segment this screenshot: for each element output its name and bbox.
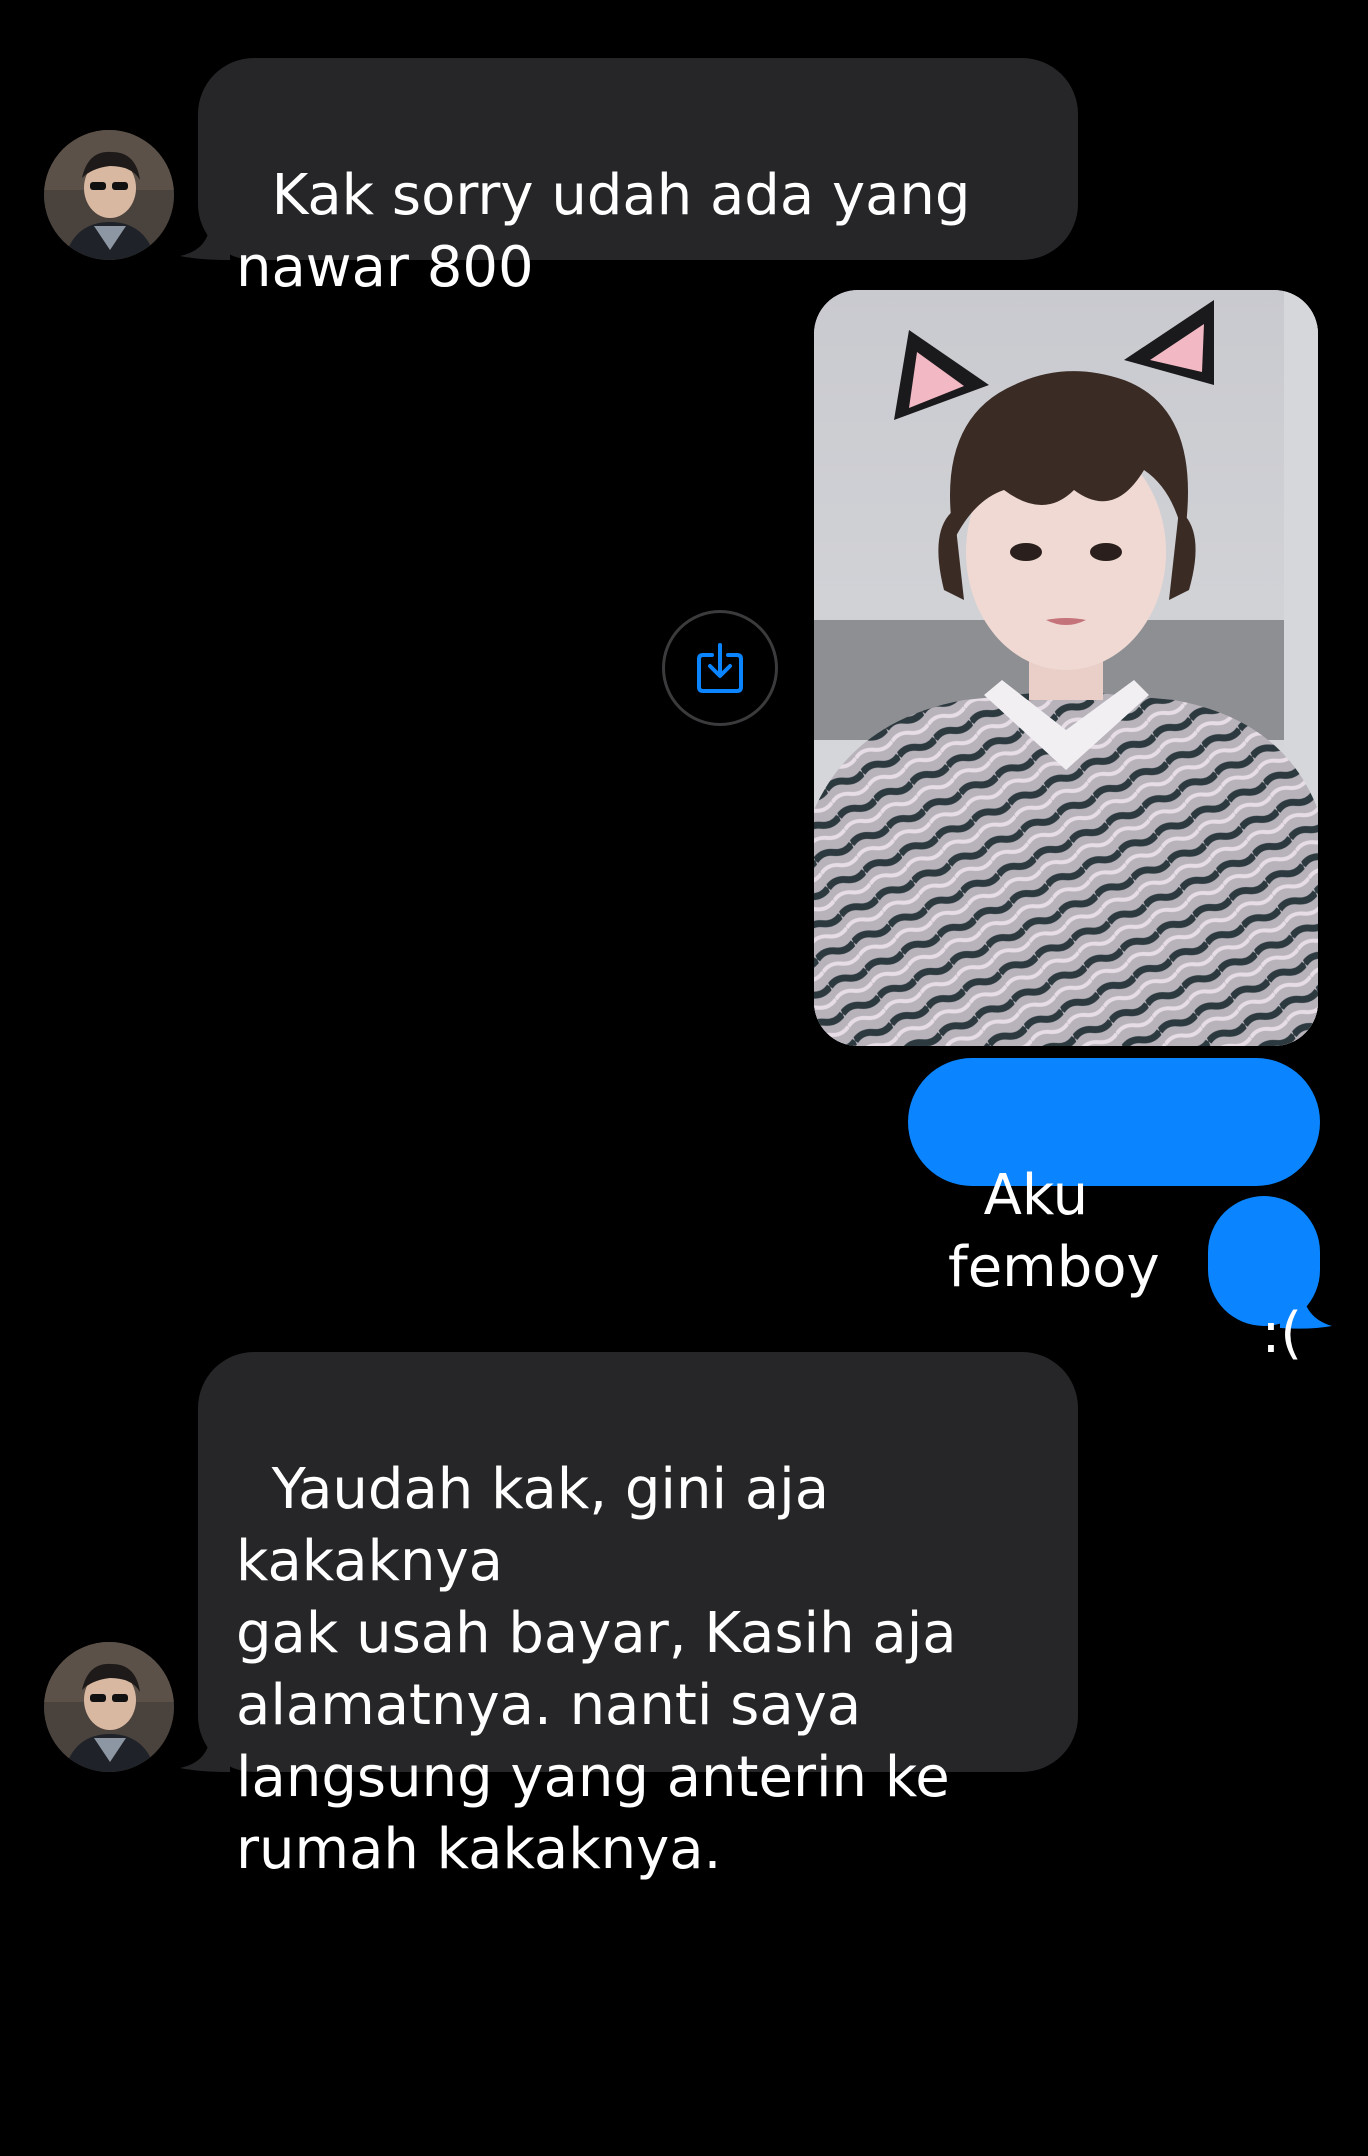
message-text: Aku femboy — [948, 1163, 1160, 1300]
contact-avatar[interactable] — [44, 130, 174, 260]
message-text: Kak sorry udah ada yang nawar 800 — [236, 163, 971, 300]
message-bubble-outgoing[interactable]: :( — [1208, 1196, 1320, 1366]
message-text: Yaudah kak, gini aja kakaknya gak usah b… — [236, 1457, 957, 1882]
message-text: :( — [1261, 1301, 1303, 1366]
contact-avatar[interactable] — [44, 1642, 174, 1772]
download-icon — [697, 643, 743, 693]
message-bubble-outgoing[interactable]: Aku femboy — [908, 1058, 1320, 1300]
shared-photo[interactable] — [814, 290, 1318, 1046]
message-bubble-incoming[interactable]: Kak sorry udah ada yang nawar 800 — [198, 58, 1078, 300]
message-bubble-incoming[interactable]: Yaudah kak, gini aja kakaknya gak usah b… — [198, 1352, 1078, 1882]
download-button[interactable] — [662, 610, 778, 726]
